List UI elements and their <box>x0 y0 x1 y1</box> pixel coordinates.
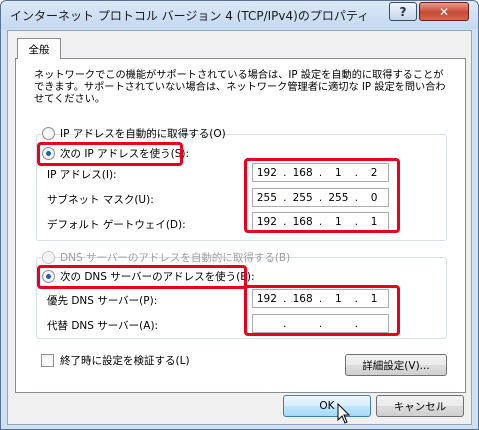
validate-on-exit-option[interactable]: 終了時に設定を検証する(L) <box>41 353 190 368</box>
mouse-cursor-icon <box>337 403 351 424</box>
ok-button[interactable]: OK <box>283 395 371 417</box>
octet-dot: . <box>354 191 358 204</box>
advanced-button[interactable]: 詳細設定(V)... <box>345 354 447 376</box>
octet-4: 2 <box>370 166 378 179</box>
octet-dot: . <box>318 215 323 228</box>
ip-address-field[interactable]: 192. 168. 1. 2 <box>252 163 389 182</box>
ip-auto-option[interactable]: IP アドレスを自動的に取得する(O) <box>42 126 226 141</box>
octet-4: 1 <box>370 215 378 228</box>
octet-dot: . <box>283 215 287 228</box>
cancel-button[interactable]: キャンセル <box>376 395 464 417</box>
window-title: インターネット プロトコル バージョン 4 (TCP/IPv4)のプロパティ <box>10 9 370 23</box>
ip-auto-label: IP アドレスを自動的に取得する(O) <box>60 128 226 140</box>
octet-dot: . <box>283 166 287 179</box>
dns-auto-option: DNS サーバーのアドレスを自動的に取得する(B) <box>42 250 290 265</box>
octet-2: 168 <box>292 215 313 228</box>
title-bar[interactable]: インターネット プロトコル バージョン 4 (TCP/IPv4)のプロパティ ?… <box>1 1 478 29</box>
ip-manual-option[interactable]: 次の IP アドレスを使う(S): <box>42 146 189 161</box>
help-button[interactable]: ? <box>389 2 417 21</box>
octet-4: 0 <box>370 191 378 204</box>
ip-manual-radio[interactable] <box>42 147 55 160</box>
validate-label: 終了時に設定を検証する(L) <box>60 355 190 367</box>
alternate-dns-label: 代替 DNS サーバー(A): <box>47 320 159 332</box>
default-gateway-label: デフォルト ゲートウェイ(D): <box>47 219 186 231</box>
default-gateway-field[interactable]: 192. 168. 1. 1 <box>252 212 389 231</box>
ip-manual-label: 次の IP アドレスを使う(S): <box>60 148 189 160</box>
close-icon: ✕ <box>438 4 450 19</box>
octet-1: 192 <box>256 215 277 228</box>
description-text: ネットワークでこの機能がサポートされている場合は、IP 設定を自動的に取得するこ… <box>34 70 446 105</box>
octet-dot: . <box>283 191 287 204</box>
octet-dot: . <box>354 292 358 305</box>
tab-general[interactable]: 全般 <box>17 38 61 59</box>
octet-dot: . <box>318 191 323 204</box>
octet-dot: . <box>283 317 287 330</box>
octet-dot: . <box>318 292 323 305</box>
subnet-mask-field[interactable]: 255. 255. 255. 0 <box>252 188 389 207</box>
octet-dot: . <box>354 166 358 179</box>
dns-auto-label: DNS サーバーのアドレスを自動的に取得する(B) <box>60 252 291 264</box>
octet-dot: . <box>318 166 323 179</box>
octet-3: 1 <box>335 292 342 305</box>
octet-3: 255 <box>328 191 349 204</box>
dns-manual-label: 次の DNS サーバーのアドレスを使う(E): <box>60 271 255 283</box>
octet-2: 168 <box>292 166 313 179</box>
octet-2: 255 <box>292 191 313 204</box>
validate-checkbox[interactable] <box>41 354 54 367</box>
ip-address-label: IP アドレス(I): <box>47 169 117 181</box>
preferred-dns-label: 優先 DNS サーバー(P): <box>47 295 158 307</box>
ip-auto-radio[interactable] <box>42 127 55 140</box>
octet-1: 192 <box>256 292 277 305</box>
preferred-dns-field[interactable]: 192. 168. 1. 1 <box>252 289 389 308</box>
octet-dot: . <box>354 317 358 330</box>
properties-dialog: インターネット プロトコル バージョン 4 (TCP/IPv4)のプロパティ ?… <box>0 0 479 430</box>
dns-manual-option[interactable]: 次の DNS サーバーのアドレスを使う(E): <box>42 269 255 284</box>
close-button[interactable]: ✕ <box>419 2 469 21</box>
octet-dot: . <box>318 317 323 330</box>
dns-auto-radio <box>42 251 55 264</box>
octet-dot: . <box>354 215 358 228</box>
alternate-dns-field[interactable]: . . . <box>252 314 389 333</box>
octet-dot: . <box>283 292 287 305</box>
octet-2: 168 <box>292 292 313 305</box>
dns-manual-radio[interactable] <box>42 270 55 283</box>
octet-1: 192 <box>256 166 277 179</box>
octet-1: 255 <box>256 191 277 204</box>
octet-3: 1 <box>335 166 342 179</box>
subnet-mask-label: サブネット マスク(U): <box>47 194 154 206</box>
octet-4: 1 <box>370 292 378 305</box>
octet-3: 1 <box>335 215 342 228</box>
